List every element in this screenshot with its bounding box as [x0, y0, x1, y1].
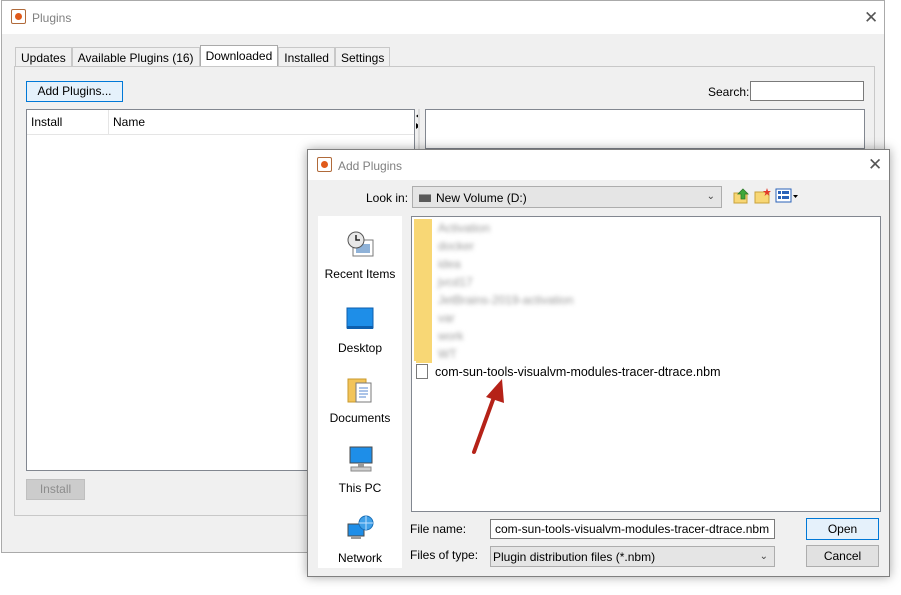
open-button[interactable]: Open: [806, 518, 879, 540]
folder-icon: [416, 327, 432, 345]
recent-items-icon: [347, 231, 374, 257]
folder-item[interactable]: WT: [416, 345, 573, 363]
drive-icon: [419, 194, 431, 202]
app-logo-icon: [11, 9, 26, 24]
install-button[interactable]: Install: [26, 479, 85, 500]
window-title: Plugins: [32, 11, 72, 25]
documents-icon: [347, 378, 372, 403]
place-this-pc[interactable]: This PC: [318, 444, 402, 495]
folder-item[interactable]: Activation: [416, 219, 573, 237]
folder-icon: [416, 237, 432, 255]
look-in-label: Look in:: [366, 191, 409, 205]
file-name-label: File name:: [410, 522, 467, 536]
folder-item[interactable]: JetBrains-2019-activation: [416, 291, 573, 309]
file-icon: [416, 364, 428, 379]
column-header-install[interactable]: Install: [27, 110, 109, 135]
tab-bar: Updates Available Plugins (16) Downloade…: [15, 45, 391, 67]
chevron-down-icon: ⌄: [706, 191, 715, 202]
folder-icon: [416, 219, 432, 237]
place-label: Desktop: [337, 341, 383, 355]
tab-settings[interactable]: Settings: [334, 47, 391, 67]
files-of-type-label: Files of type:: [410, 548, 479, 562]
folder-icon: [416, 291, 432, 309]
folder-item[interactable]: var: [416, 309, 573, 327]
up-one-level-icon[interactable]: [733, 188, 751, 204]
tab-available-plugins[interactable]: Available Plugins (16): [71, 47, 200, 67]
new-folder-icon[interactable]: [754, 188, 772, 204]
folder-icon: [416, 273, 432, 291]
add-plugins-button[interactable]: Add Plugins...: [26, 81, 123, 102]
place-label: Documents: [329, 411, 391, 425]
place-recent-items[interactable]: Recent Items: [318, 230, 402, 281]
place-network[interactable]: Network: [318, 514, 402, 565]
tab-updates[interactable]: Updates: [15, 47, 72, 67]
folder-icon: [416, 345, 432, 363]
folder-icon: [416, 309, 432, 327]
network-icon: [347, 515, 374, 539]
place-label: Network: [337, 551, 382, 565]
column-header-name[interactable]: Name: [109, 110, 414, 135]
search-input[interactable]: [750, 81, 864, 101]
folder-item[interactable]: docker: [416, 237, 573, 255]
add-plugins-dialog: Add Plugins ✕ Look in: New Volume (D:) ⌄: [307, 149, 890, 577]
place-label: This PC: [338, 481, 382, 495]
folder-item[interactable]: work: [416, 327, 573, 345]
file-name-field[interactable]: com-sun-tools-visualvm-modules-tracer-dt…: [490, 519, 775, 539]
tab-downloaded[interactable]: Downloaded: [199, 45, 279, 67]
plugin-details-pane: [425, 109, 865, 149]
dialog-close-icon[interactable]: ✕: [868, 156, 882, 173]
files-of-type-value: Plugin distribution files (*.nbm): [493, 550, 656, 564]
search-label: Search:: [708, 85, 750, 99]
file-list: Activation docker idea jvcd17 JetBrains-…: [411, 216, 881, 512]
view-menu-icon[interactable]: [775, 188, 799, 204]
folder-item[interactable]: idea: [416, 255, 573, 273]
look-in-value: New Volume (D:): [436, 191, 527, 205]
files-of-type-combo[interactable]: Plugin distribution files (*.nbm) ⌄: [490, 546, 775, 567]
annotation-arrow-icon: [472, 379, 504, 454]
folder-icon: [416, 255, 432, 273]
close-icon[interactable]: ✕: [864, 9, 878, 26]
desktop-icon: [346, 307, 374, 329]
place-documents[interactable]: Documents: [318, 374, 402, 425]
place-label: Recent Items: [324, 267, 396, 281]
look-in-combo[interactable]: New Volume (D:) ⌄: [412, 186, 722, 208]
dialog-app-logo-icon: [317, 157, 332, 172]
plugins-titlebar: Plugins ✕: [2, 1, 884, 34]
tab-installed[interactable]: Installed: [278, 47, 335, 67]
chevron-down-icon: ⌄: [759, 551, 768, 562]
cancel-button[interactable]: Cancel: [806, 545, 879, 567]
folder-list: Activation docker idea jvcd17 JetBrains-…: [416, 219, 573, 363]
place-desktop[interactable]: Desktop: [318, 304, 402, 355]
folder-item[interactable]: jvcd17: [416, 273, 573, 291]
dialog-titlebar: Add Plugins ✕: [308, 150, 889, 180]
this-pc-icon: [349, 446, 373, 472]
dialog-title: Add Plugins: [338, 159, 403, 173]
places-bar: Recent Items Desktop Documents This PC N…: [318, 216, 402, 568]
